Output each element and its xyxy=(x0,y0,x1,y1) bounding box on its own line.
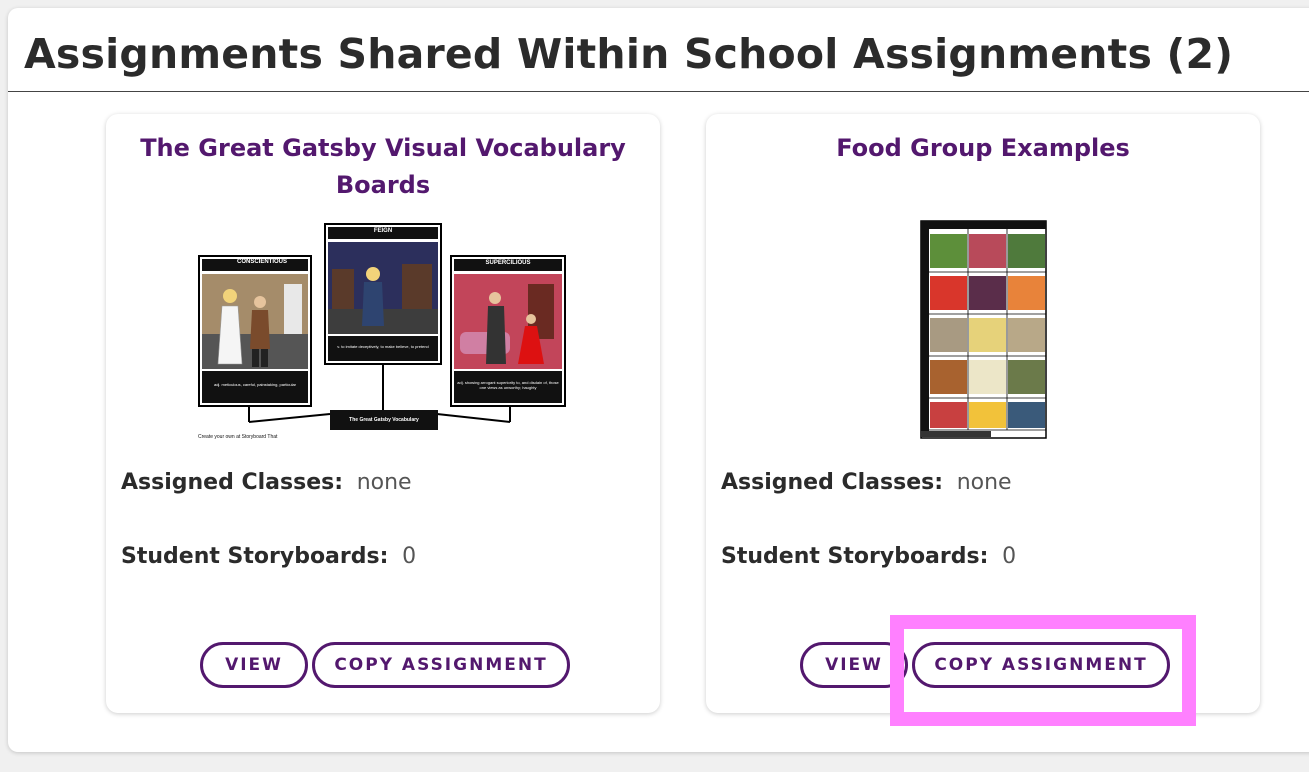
student-storyboards-label: Student Storyboards: xyxy=(121,544,389,569)
assigned-classes-label: Assigned Classes: xyxy=(721,470,944,495)
card-title: Food Group Examples xyxy=(836,134,1130,162)
assigned-classes-value: none xyxy=(356,470,412,495)
student-storyboards-row: Student Storyboards: 0 xyxy=(721,544,1016,569)
cell-word-1: CONSCIENTIOUS xyxy=(236,259,287,265)
student-storyboards-value: 0 xyxy=(402,544,417,569)
view-button[interactable]: VIEW xyxy=(800,642,908,688)
assigned-classes-value: none xyxy=(956,470,1012,495)
section-title: Assignments Shared Within School Assignm… xyxy=(24,30,1234,78)
storyboard-preview-image xyxy=(920,220,1047,439)
student-storyboards-value: 0 xyxy=(1002,544,1017,569)
assignment-card-gatsby: The Great Gatsby Visual Vocabulary Board… xyxy=(106,114,660,713)
cell-definition-1: adj. meticulous, careful, painstaking, p… xyxy=(213,382,297,387)
cell-word-2: FEIGN xyxy=(373,228,393,234)
assigned-classes-row: Assigned Classes: none xyxy=(721,470,1012,495)
cell-word-3: SUPERCILIOUS xyxy=(485,260,531,266)
assigned-classes-row: Assigned Classes: none xyxy=(121,470,412,495)
student-storyboards-label: Student Storyboards: xyxy=(721,544,989,569)
copy-assignment-button[interactable]: COPY ASSIGNMENT xyxy=(912,642,1170,688)
student-storyboards-row: Student Storyboards: 0 xyxy=(121,544,416,569)
assigned-classes-label: Assigned Classes: xyxy=(121,470,344,495)
view-button[interactable]: VIEW xyxy=(200,642,308,688)
thumbnail-credit: Create your own at Storyboard That xyxy=(198,434,278,440)
storyboard-preview-image xyxy=(198,223,566,430)
cell-definition-3: adj. showing arrogant superiority to, an… xyxy=(457,380,559,390)
thumbnail-footer: The Great Gatsby Vocabulary xyxy=(349,417,419,423)
cell-definition-2: v. to imitate deceptively, to make belie… xyxy=(337,344,429,349)
storyboard-thumbnail[interactable]: CONSCIENTIOUS FEIGN SUPERCILIOUS adj. me… xyxy=(192,214,572,446)
assignment-card-food-groups: Food Group Examples Assigned Classes: no… xyxy=(706,114,1260,713)
divider xyxy=(8,91,1309,92)
copy-assignment-button[interactable]: COPY ASSIGNMENT xyxy=(312,642,570,688)
card-title: The Great Gatsby Visual Vocabulary Board… xyxy=(140,134,626,199)
storyboard-thumbnail[interactable] xyxy=(920,220,1047,440)
